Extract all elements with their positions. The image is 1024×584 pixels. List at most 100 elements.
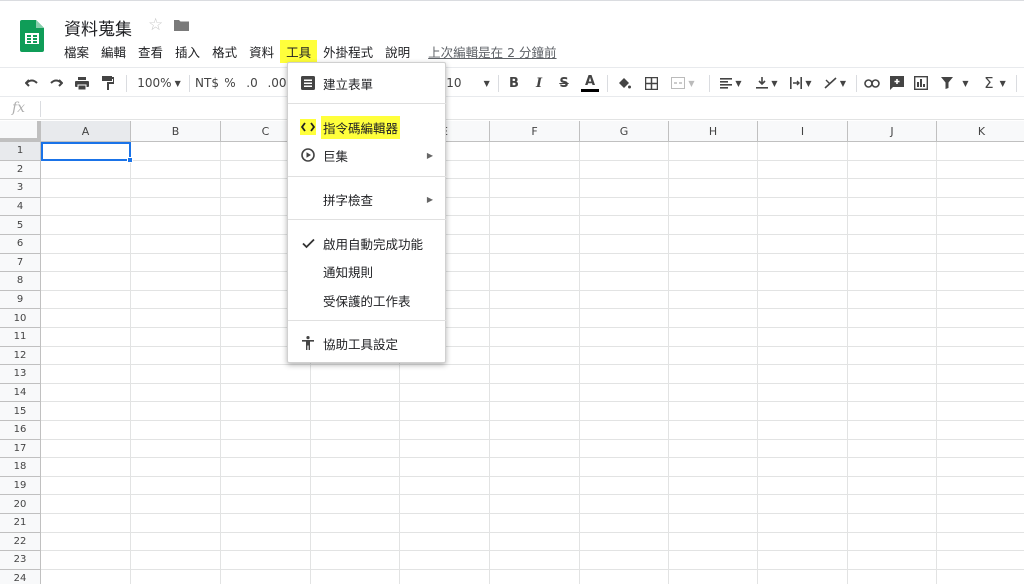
row-header-8[interactable]: 8 (0, 272, 41, 291)
paint-format-icon[interactable] (98, 72, 118, 94)
column-header-g[interactable]: G (580, 121, 669, 142)
text-color-button[interactable]: A (579, 72, 601, 94)
column-header-f[interactable]: F (490, 121, 580, 142)
row-header-5[interactable]: 5 (0, 216, 41, 235)
menu-addons[interactable]: 外掛程式 (317, 40, 379, 63)
row-header-10[interactable]: 10 (0, 309, 41, 328)
row-header-23[interactable]: 23 (0, 551, 41, 570)
text-rotate-icon[interactable]: ▼ (820, 72, 850, 94)
align-vertical-icon[interactable]: ▼ (752, 72, 782, 94)
last-edit-link[interactable]: 上次編輯是在 2 分鐘前 (428, 42, 556, 61)
align-horizontal-icon[interactable]: ▼ (716, 72, 746, 94)
row-header-3[interactable]: 3 (0, 179, 41, 198)
star-icon[interactable]: ☆ (148, 15, 163, 35)
menu-edit[interactable]: 編輯 (95, 40, 132, 63)
column-header-b[interactable]: B (131, 121, 221, 142)
grid-column-line (847, 142, 848, 584)
fill-handle[interactable] (127, 157, 133, 163)
folder-icon[interactable] (174, 19, 189, 31)
redo-icon[interactable] (46, 72, 66, 94)
bold-button[interactable]: B (505, 72, 523, 94)
zoom-value: 100% (137, 76, 172, 90)
row-header-6[interactable]: 6 (0, 235, 41, 254)
formula-bar: fx (0, 98, 1024, 120)
row-header-15[interactable]: 15 (0, 402, 41, 421)
grid-row-line (41, 513, 1024, 514)
column-header-h[interactable]: H (669, 121, 758, 142)
row-header-13[interactable]: 13 (0, 365, 41, 384)
row-header-11[interactable]: 11 (0, 328, 41, 347)
sheets-logo-icon[interactable] (20, 20, 44, 52)
print-icon[interactable] (72, 72, 92, 94)
merge-icon[interactable]: ▼ (666, 72, 700, 94)
formula-input[interactable] (46, 100, 1006, 117)
grid-row-line (41, 327, 1024, 328)
fill-color-icon[interactable] (614, 72, 634, 94)
menu-help[interactable]: 說明 (379, 40, 416, 63)
chevron-down-icon: ▼ (688, 78, 695, 88)
selected-cell-a1[interactable] (41, 142, 131, 161)
grid-row-line (41, 382, 1024, 384)
select-all-corner[interactable] (0, 121, 41, 142)
menu-file[interactable]: 檔案 (58, 40, 95, 63)
column-header-i[interactable]: I (758, 121, 848, 142)
row-header-20[interactable]: 20 (0, 495, 41, 514)
chevron-down-icon: ▼ (771, 78, 778, 88)
menu-item-macros[interactable]: 巨集 ▶ (288, 143, 447, 167)
grid-row-line (41, 531, 1024, 533)
toolbar: 100% ▼ NT$ % .0 .00 10 ▼ B I S A ▼ ▼ ▼ ▼ ▼ (0, 67, 1024, 97)
menu-insert[interactable]: 插入 (169, 40, 206, 63)
strikethrough-button[interactable]: S (555, 72, 573, 94)
menu-item-spelling[interactable]: 拼字檢查 ▶ (288, 187, 447, 211)
menu-data[interactable]: 資料 (243, 40, 280, 63)
column-header-a[interactable]: A (41, 121, 131, 142)
italic-button[interactable]: I (530, 72, 548, 94)
comment-icon[interactable] (887, 72, 907, 94)
menu-item-autocomplete[interactable]: 啟用自動完成功能 (288, 231, 447, 255)
menu-item-protected-sheets[interactable]: 受保護的工作表 (288, 288, 447, 312)
grid-row-line (41, 215, 1024, 217)
row-header-24[interactable]: 24 (0, 569, 41, 584)
column-header-j[interactable]: J (848, 121, 937, 142)
row-header-16[interactable]: 16 (0, 421, 41, 440)
row-header-4[interactable]: 4 (0, 197, 41, 217)
menu-format[interactable]: 格式 (206, 40, 243, 63)
menu-item-label: 指令碼編輯器 (323, 117, 399, 137)
grid-row-line (41, 252, 1024, 254)
zoom-select[interactable]: 100% ▼ (134, 72, 184, 94)
row-header-18[interactable]: 18 (0, 458, 41, 477)
borders-icon[interactable] (641, 72, 661, 94)
document-title[interactable]: 資料蒐集 (64, 15, 132, 40)
menu-item-notification-rules[interactable]: 通知規則 (288, 259, 447, 283)
chart-icon[interactable] (911, 72, 931, 94)
menu-item-create-form[interactable]: 建立表單 (288, 71, 447, 95)
menu-item-script-editor[interactable]: 指令碼編輯器 (288, 115, 447, 139)
menu-tools[interactable]: 工具 (280, 39, 318, 63)
font-size-select[interactable]: 10 ▼ (444, 72, 492, 94)
column-header-k[interactable]: K (937, 121, 1024, 142)
row-header-12[interactable]: 12 (0, 346, 41, 366)
link-icon[interactable] (862, 72, 882, 94)
row-header-2[interactable]: 2 (0, 160, 41, 180)
text-wrap-icon[interactable]: ▼ (786, 72, 816, 94)
currency-format-button[interactable]: NT$ (193, 72, 221, 94)
undo-icon[interactable] (22, 72, 42, 94)
decrease-decimal-button[interactable]: .0 (242, 72, 262, 94)
menu-item-label: 啟用自動完成功能 (323, 236, 424, 252)
row-header-22[interactable]: 22 (0, 532, 41, 552)
row-header-14[interactable]: 14 (0, 383, 41, 403)
row-header-17[interactable]: 17 (0, 439, 41, 459)
row-header-19[interactable]: 19 (0, 476, 41, 496)
increase-decimal-button[interactable]: .00 (266, 72, 288, 94)
grid-row-line (41, 494, 1024, 496)
percent-format-button[interactable]: % (222, 72, 238, 94)
row-header-9[interactable]: 9 (0, 290, 41, 310)
filter-icon[interactable]: ▼ (938, 72, 972, 94)
toolbar-divider (498, 75, 499, 92)
menu-item-accessibility[interactable]: 協助工具設定 (288, 331, 447, 355)
functions-icon[interactable]: Σ ▼ (980, 72, 1010, 94)
row-header-1[interactable]: 1 (0, 142, 41, 161)
row-header-21[interactable]: 21 (0, 514, 41, 533)
row-header-7[interactable]: 7 (0, 253, 41, 273)
menu-view[interactable]: 查看 (132, 40, 169, 63)
